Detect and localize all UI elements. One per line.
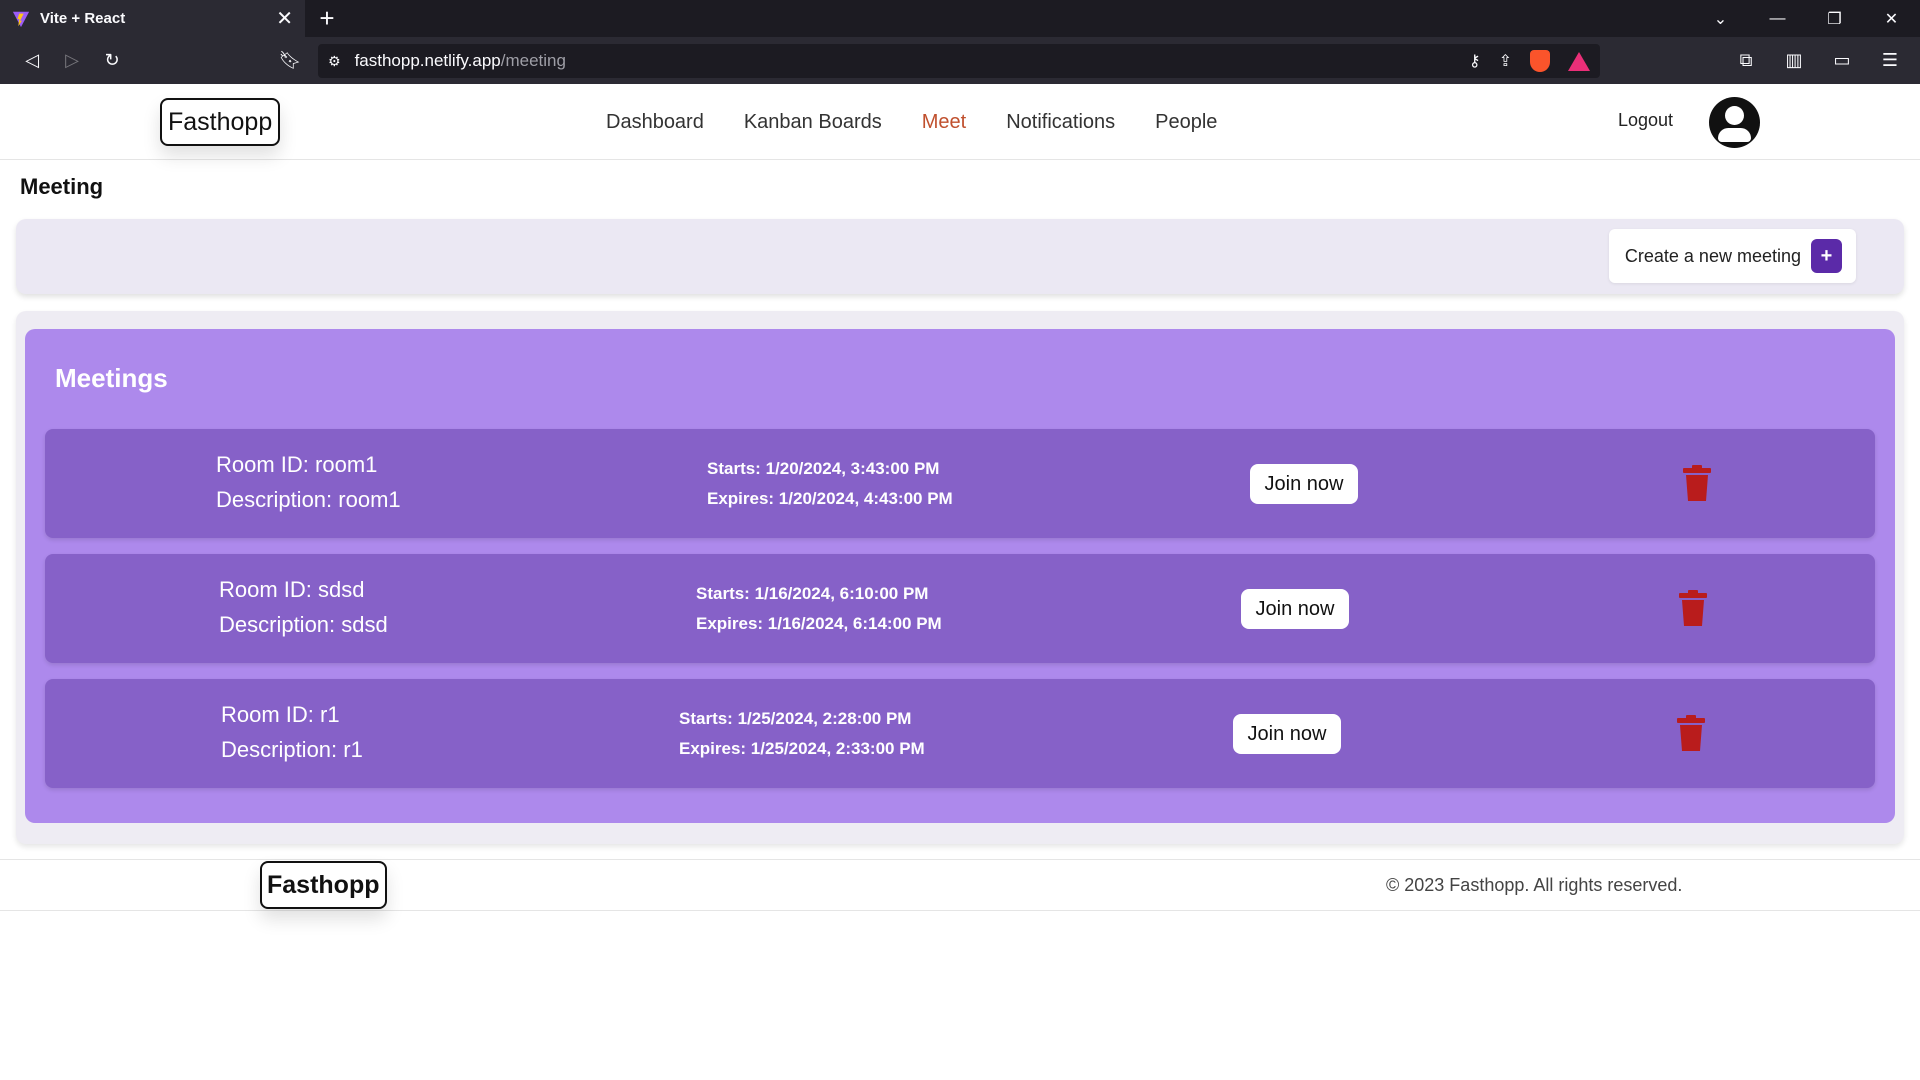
nav-notifications[interactable]: Notifications (1006, 111, 1115, 134)
share-icon[interactable]: ⇪ (1499, 51, 1512, 71)
browser-toolbar: ◁ ▷ ↻ 🔖︎ ⚙ fasthopp.netlify.app/meeting … (0, 37, 1920, 84)
nav-kanban-boards[interactable]: Kanban Boards (744, 111, 882, 134)
meeting-expires: Expires: 1/20/2024, 4:43:00 PM (707, 489, 953, 508)
browser-tab[interactable]: Vite + React ✕ (0, 0, 305, 37)
key-icon[interactable]: ⚷ (1469, 51, 1481, 71)
reload-icon[interactable]: ↻ (92, 45, 132, 77)
back-icon[interactable]: ◁ (12, 45, 52, 77)
meeting-row: Room ID: r1 Description: r1 Starts: 1/25… (45, 679, 1875, 788)
sidebar-icon[interactable]: ▥ (1774, 44, 1814, 76)
meeting-row: Room ID: room1 Description: room1 Starts… (45, 429, 1875, 538)
brave-shields-icon[interactable] (1530, 50, 1550, 72)
nav-meet[interactable]: Meet (922, 111, 966, 134)
meetings-panel: Meetings Room ID: room1 Description: roo… (25, 329, 1895, 823)
join-now-button[interactable]: Join now (1250, 464, 1358, 504)
trash-icon[interactable] (1679, 590, 1707, 626)
main-nav: Dashboard Kanban Boards Meet Notificatio… (606, 84, 1217, 160)
url-host: fasthopp.netlify.app (354, 51, 501, 70)
browser-tabbar: Vite + React ✕ + ⌄ — ❐ ✕ (0, 0, 1920, 37)
room-description: Description: sdsd (219, 612, 388, 637)
copyright-text: © 2023 Fasthopp. All rights reserved. (1386, 875, 1683, 895)
header-logo[interactable]: Fasthopp (160, 98, 281, 146)
menu-icon[interactable]: ☰ (1870, 44, 1910, 76)
room-description: Description: r1 (221, 737, 363, 762)
window-controls: ⌄ — ❐ ✕ (1692, 0, 1920, 37)
meeting-starts: Starts: 1/25/2024, 2:28:00 PM (679, 709, 912, 728)
page-title: Meeting (20, 174, 104, 199)
bookmark-icon[interactable]: 🔖︎ (270, 45, 310, 77)
logout-button[interactable]: Logout (1618, 110, 1673, 131)
trash-icon[interactable] (1677, 715, 1705, 751)
join-now-button[interactable]: Join now (1241, 589, 1349, 629)
trash-icon[interactable] (1683, 465, 1711, 501)
url-bar[interactable]: ⚙ fasthopp.netlify.app/meeting ⚷ ⇪ (318, 44, 1600, 78)
minimize-icon[interactable]: — (1749, 0, 1806, 37)
footer: Fasthopp © 2023 Fasthopp. All rights res… (0, 859, 1920, 911)
meeting-expires: Expires: 1/25/2024, 2:33:00 PM (679, 739, 925, 758)
meeting-starts: Starts: 1/20/2024, 3:43:00 PM (707, 459, 940, 478)
user-avatar-icon[interactable] (1709, 97, 1760, 148)
new-tab-button[interactable]: + (305, 0, 349, 37)
meeting-row: Room ID: sdsd Description: sdsd Starts: … (45, 554, 1875, 663)
brave-rewards-icon[interactable] (1568, 51, 1590, 71)
vite-favicon-icon (12, 11, 30, 27)
app-header: Fasthopp Dashboard Kanban Boards Meet No… (0, 84, 1920, 160)
site-info-icon[interactable]: ⚙ (328, 53, 341, 70)
wallet-icon[interactable]: ▭ (1822, 44, 1862, 76)
nav-people[interactable]: People (1155, 111, 1217, 134)
meeting-starts: Starts: 1/16/2024, 6:10:00 PM (696, 584, 929, 603)
restore-icon[interactable]: ❐ (1806, 0, 1863, 37)
footer-logo[interactable]: Fasthopp (260, 861, 387, 909)
nav-dashboard[interactable]: Dashboard (606, 111, 704, 134)
close-window-icon[interactable]: ✕ (1863, 0, 1920, 37)
extensions-icon[interactable]: ⧉ (1726, 44, 1766, 76)
meetings-title: Meetings (55, 363, 168, 393)
meeting-expires: Expires: 1/16/2024, 6:14:00 PM (696, 614, 942, 633)
create-meeting-label: Create a new meeting (1624, 245, 1801, 266)
browser-tab-title: Vite + React (40, 10, 126, 27)
room-id: Room ID: sdsd (219, 577, 365, 602)
plus-icon: + (1811, 239, 1842, 273)
room-id: Room ID: room1 (216, 452, 378, 477)
forward-icon[interactable]: ▷ (52, 45, 92, 77)
room-description: Description: room1 (216, 487, 401, 512)
create-meeting-button[interactable]: Create a new meeting + (1608, 229, 1856, 283)
join-now-button[interactable]: Join now (1233, 714, 1341, 754)
room-id: Room ID: r1 (221, 702, 340, 727)
url-path: /meeting (500, 51, 566, 70)
actions-bar: Create a new meeting + (16, 219, 1904, 294)
meetings-container: Meetings Room ID: room1 Description: roo… (16, 311, 1904, 844)
tab-list-icon[interactable]: ⌄ (1692, 0, 1749, 37)
close-tab-icon[interactable]: ✕ (276, 9, 293, 29)
